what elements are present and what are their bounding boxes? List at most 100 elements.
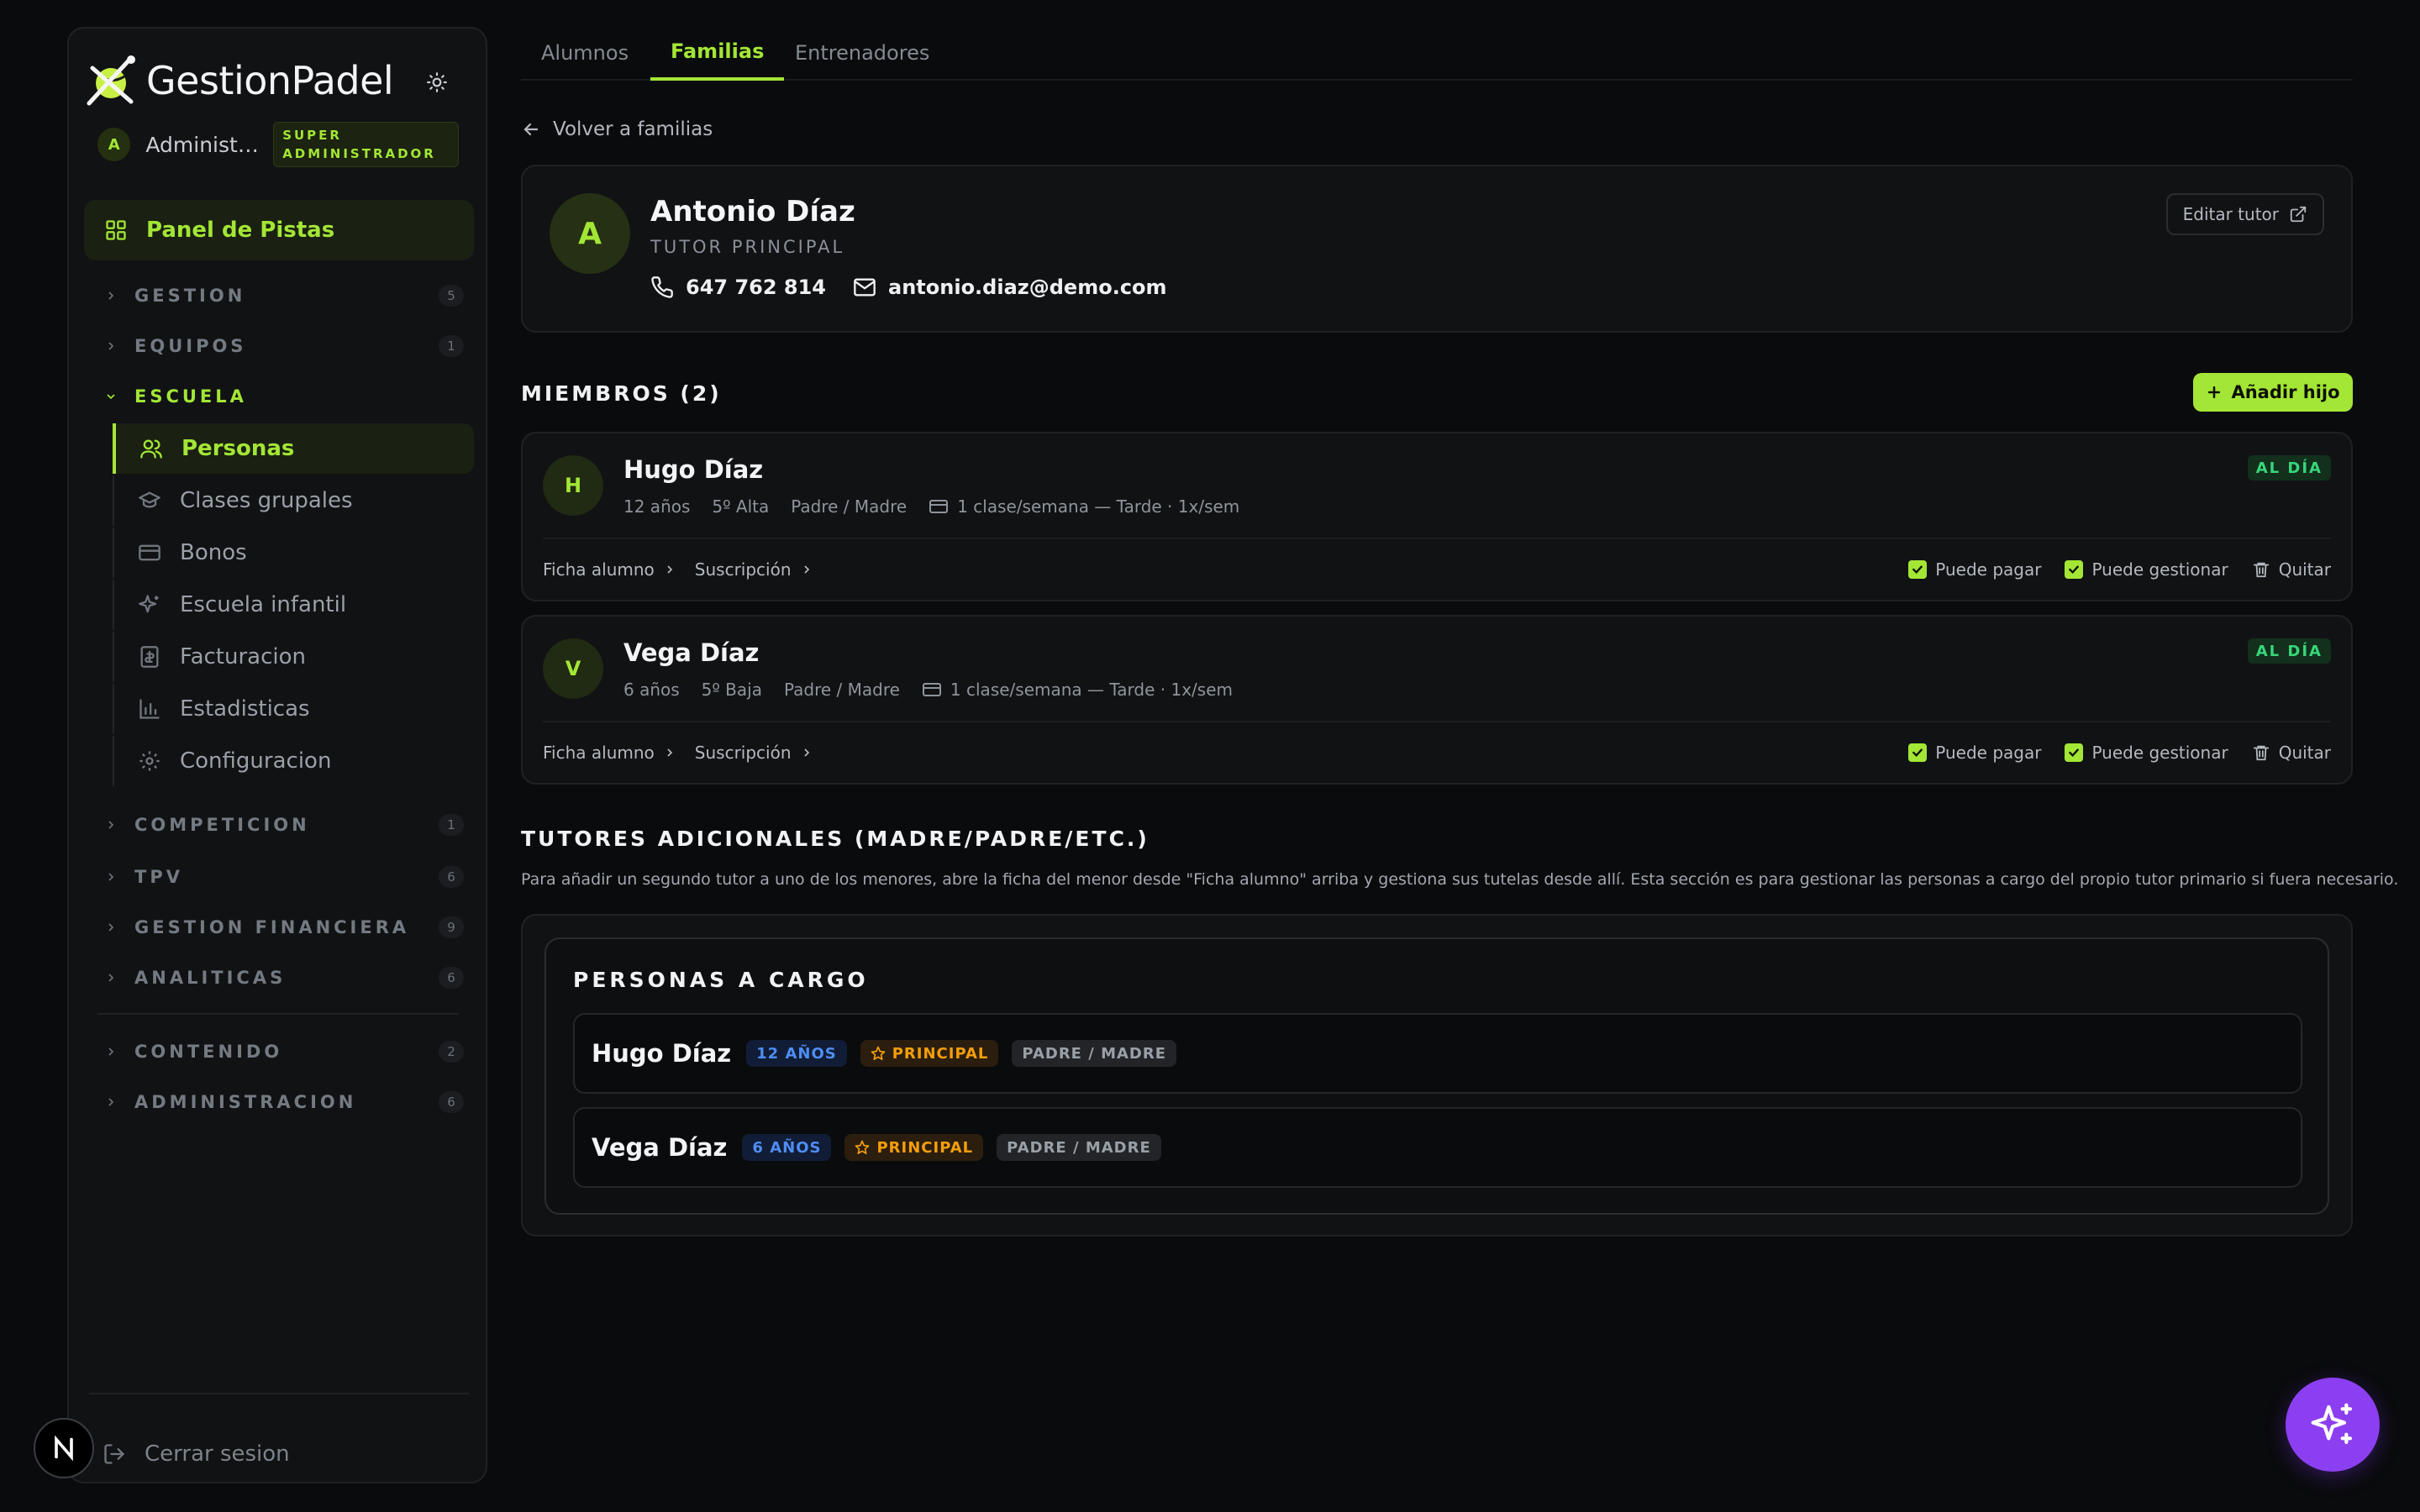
credit-card-icon (139, 544, 160, 561)
tab-familias[interactable]: Familias (650, 25, 785, 81)
nav-section-label: EQUIPOS (134, 336, 247, 356)
star-icon (871, 1046, 886, 1060)
chevron-right-icon (108, 291, 114, 300)
brand[interactable]: GestionPadel (82, 47, 394, 114)
nav-section-label: CONTENIDO (134, 1042, 283, 1062)
arrow-left-icon (523, 123, 539, 136)
gear-icon (139, 751, 160, 771)
graduation-cap-icon (139, 491, 160, 508)
check-icon (1912, 748, 1923, 758)
chevron-right-icon (108, 821, 114, 829)
ficha-alumno-link[interactable]: Ficha alumno (543, 743, 676, 763)
chevron-right-icon (108, 923, 114, 932)
tutor-role: TUTOR PRINCIPAL (650, 237, 845, 257)
member-level: 5º Baja (701, 680, 762, 700)
avatar: V (543, 638, 603, 699)
relation-badge: PADRE / MADRE (1012, 1040, 1177, 1067)
nav-item-personas[interactable]: Personas (113, 423, 474, 474)
avatar: A (550, 193, 630, 274)
nav-panel-pistas-label: Panel de Pistas (146, 218, 335, 243)
trash-icon (2253, 745, 2269, 761)
nav-item-label: Escuela infantil (180, 592, 347, 617)
remove-member-button[interactable]: Quitar (2252, 743, 2331, 763)
can-manage-checkbox[interactable]: Puede gestionar (2065, 743, 2228, 763)
tutor-card: A Antonio Díaz TUTOR PRINCIPAL 647 762 8… (521, 165, 2353, 333)
add-child-button[interactable]: Añadir hijo (2193, 373, 2353, 412)
user-info[interactable]: A Administrador SUPER ADMINISTRADOR (97, 121, 460, 168)
nav-item-label: Estadisticas (180, 696, 310, 722)
external-link-icon (2290, 206, 2307, 223)
can-pay-checkbox[interactable]: Puede pagar (1908, 559, 2041, 580)
nav-section-escuela[interactable]: ESCUELA (103, 380, 464, 413)
nav-item-configuracion[interactable]: Configuracion (113, 736, 474, 786)
edit-tutor-button[interactable]: Editar tutor (2165, 193, 2324, 235)
ficha-alumno-link[interactable]: Ficha alumno (543, 559, 676, 580)
list-item[interactable]: Hugo Díaz 12 AÑOS PRINCIPAL PADRE / MADR… (573, 1013, 2302, 1094)
tab-entrenadores[interactable]: Entrenadores (795, 25, 929, 81)
nav-section-analiticas[interactable]: ANALITICAS 6 (103, 961, 464, 995)
nav-section-label: GESTION (134, 286, 246, 306)
nav-panel-pistas[interactable]: Panel de Pistas (84, 200, 474, 260)
nav-section-equipos[interactable]: EQUIPOS 1 (103, 329, 464, 363)
member-age: 12 años (623, 496, 691, 517)
nav-section-tpv[interactable]: TPV 6 (103, 860, 464, 894)
member-card-vega: V Vega Díaz 6 años 5º Baja Padre / Madre… (521, 615, 2353, 785)
nav-section-gestion[interactable]: GESTION 5 (103, 279, 464, 312)
nav-item-facturacion[interactable]: Facturacion (113, 632, 474, 682)
suscripcion-link[interactable]: Suscripción (695, 559, 813, 580)
check-icon (2069, 748, 2080, 758)
theme-toggle-button[interactable] (420, 66, 454, 99)
dependents-title: PERSONAS A CARGO (573, 968, 869, 992)
can-manage-checkbox[interactable]: Puede gestionar (2065, 559, 2228, 580)
plus-icon (2208, 386, 2221, 399)
relation-badge: PADRE / MADRE (997, 1134, 1161, 1161)
users-icon (140, 439, 162, 459)
suscripcion-link[interactable]: Suscripción (695, 743, 813, 763)
can-pay-checkbox[interactable]: Puede pagar (1908, 743, 2041, 763)
ai-assistant-button[interactable] (2286, 1378, 2380, 1472)
sidebar: GestionPadel A Administrador SUPER ADMIN… (67, 27, 487, 1483)
member-level: 5º Alta (712, 496, 770, 517)
list-item[interactable]: Vega Díaz 6 AÑOS PRINCIPAL PADRE / MADRE (573, 1107, 2302, 1188)
tutor-phone[interactable]: 647 762 814 (686, 276, 826, 299)
nav-item-estadisticas[interactable]: Estadisticas (113, 684, 474, 734)
dependent-name: Vega Díaz (592, 1133, 728, 1162)
count-badge: 6 (439, 1091, 464, 1113)
trash-icon (2253, 562, 2269, 578)
nav-item-label: Clases grupales (180, 488, 353, 513)
nav-item-clases-grupales[interactable]: Clases grupales (113, 475, 474, 526)
member-plan: 1 clase/semana — Tarde · 1x/sem (957, 496, 1240, 517)
nav-section-gestion-financiera[interactable]: GESTION FINANCIERA 9 (103, 911, 464, 944)
nav-item-bonos[interactable]: Bonos (113, 528, 474, 578)
tab-alumnos[interactable]: Alumnos (541, 25, 629, 81)
sun-icon (427, 72, 447, 92)
status-badge: AL DÍA (2247, 455, 2331, 480)
count-badge: 2 (439, 1041, 464, 1063)
logout-label: Cerrar sesion (145, 1441, 290, 1467)
count-badge: 9 (439, 916, 464, 938)
nav-item-label: Configuracion (180, 748, 332, 774)
remove-member-button[interactable]: Quitar (2252, 559, 2331, 580)
count-badge: 6 (439, 967, 464, 989)
nav-section-contenido[interactable]: CONTENIDO 2 (103, 1035, 464, 1068)
logout-button[interactable]: Cerrar sesion (103, 1433, 290, 1475)
nav-item-escuela-infantil[interactable]: Escuela infantil (113, 580, 474, 630)
nav-section-competicion[interactable]: COMPETICION 1 (103, 808, 464, 842)
mail-icon (854, 278, 876, 297)
chevron-right-icon (108, 342, 114, 350)
nav-section-administracion[interactable]: ADMINISTRACION 6 (103, 1085, 464, 1119)
back-to-families-link[interactable]: Volver a familias (521, 114, 713, 144)
nav-item-label: Personas (182, 436, 295, 461)
status-badge: AL DÍA (2247, 638, 2331, 664)
tutor-name: Antonio Díaz (650, 195, 855, 228)
chevron-right-icon (667, 748, 672, 757)
age-badge: 6 AÑOS (742, 1134, 832, 1161)
tutor-email[interactable]: antonio.diaz@demo.com (888, 276, 1167, 299)
count-badge: 5 (439, 285, 464, 307)
grid-icon (106, 220, 126, 240)
additional-tutors-title: TUTORES ADICIONALES (MADRE/PADRE/ETC.) (521, 827, 1150, 851)
dev-tools-button[interactable] (34, 1418, 94, 1478)
sidebar-divider (97, 1013, 459, 1015)
avatar: A (97, 128, 131, 161)
chevron-right-icon (108, 1047, 114, 1056)
